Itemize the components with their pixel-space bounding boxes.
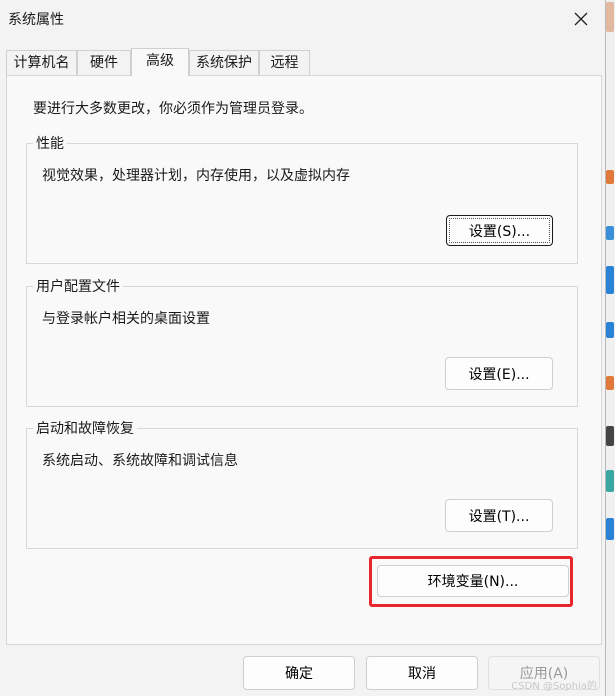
- performance-description: 视觉效果，处理器计划，内存使用，以及虚拟内存: [42, 168, 350, 184]
- user-profiles-group: 用户配置文件 与登录帐户相关的桌面设置 设置(E)...: [26, 276, 578, 407]
- performance-settings-button[interactable]: 设置(S)...: [446, 215, 553, 246]
- startup-recovery-group: 启动和故障恢复 系统启动、系统故障和调试信息 设置(T)...: [26, 418, 578, 549]
- startup-recovery-title: 启动和故障恢复: [33, 418, 137, 438]
- startup-recovery-settings-button[interactable]: 设置(T)...: [445, 499, 553, 532]
- tab-computer-name[interactable]: 计算机名: [6, 50, 77, 75]
- background-window-edge: [606, 0, 615, 696]
- user-profiles-settings-button[interactable]: 设置(E)...: [445, 357, 553, 390]
- system-properties-dialog: 系统属性 计算机名 硬件 高级 系统保护 远程 要进行大多数更改，你必须作为管理…: [0, 0, 606, 696]
- performance-title: 性能: [33, 133, 67, 153]
- admin-notice: 要进行大多数更改，你必须作为管理员登录。: [33, 101, 313, 117]
- tab-system-protection[interactable]: 系统保护: [189, 50, 259, 75]
- title-bar: 系统属性: [0, 0, 605, 38]
- user-profiles-description: 与登录帐户相关的桌面设置: [42, 311, 210, 327]
- tab-remote[interactable]: 远程: [259, 50, 310, 75]
- cancel-button[interactable]: 取消: [366, 656, 478, 690]
- startup-recovery-description: 系统启动、系统故障和调试信息: [42, 453, 238, 469]
- close-button[interactable]: [565, 4, 597, 34]
- ok-button[interactable]: 确定: [243, 656, 355, 690]
- performance-group: 性能 视觉效果，处理器计划，内存使用，以及虚拟内存 设置(S)...: [26, 133, 578, 264]
- watermark: CSDN @Sophia的: [511, 681, 597, 692]
- window-title: 系统属性: [8, 12, 64, 28]
- user-profiles-title: 用户配置文件: [33, 276, 123, 296]
- highlight-box: [369, 556, 573, 607]
- tab-hardware[interactable]: 硬件: [77, 50, 131, 75]
- close-icon: [574, 12, 588, 26]
- tab-advanced[interactable]: 高级: [131, 48, 189, 76]
